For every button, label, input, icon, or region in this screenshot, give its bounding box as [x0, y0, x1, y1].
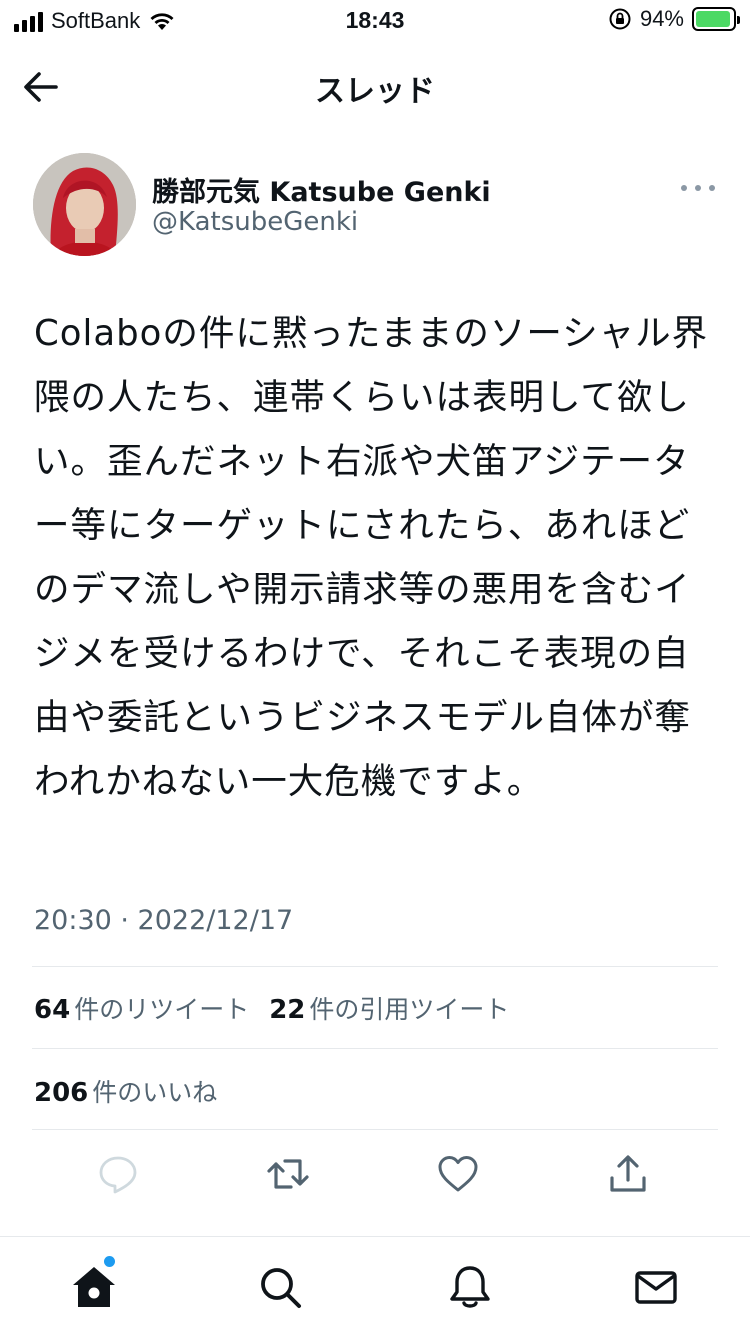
search-icon: [261, 1268, 301, 1308]
tweet-actions: [0, 1148, 750, 1200]
top-nav: スレッド: [0, 50, 750, 120]
like-icon: [438, 1156, 478, 1192]
quotes-label: 件の引用ツイート: [309, 995, 510, 1024]
notifications-icon: [450, 1266, 490, 1308]
divider: [32, 1129, 718, 1130]
home-icon: [73, 1267, 115, 1307]
tab-notifications[interactable]: [444, 1261, 496, 1313]
author-name[interactable]: 勝部元気 Katsube Genki: [152, 170, 491, 209]
quotes-count: 22: [269, 995, 306, 1025]
tab-search[interactable]: [254, 1261, 306, 1313]
bottom-tab-bar: [0, 1236, 750, 1334]
tweet-timestamp[interactable]: 20:30 · 2022/12/17: [34, 905, 293, 936]
retweet-button[interactable]: [262, 1148, 314, 1200]
status-bar: SoftBank 18:43 94%: [0, 0, 750, 40]
page-title: スレッド: [315, 74, 435, 109]
orientation-lock-icon: [609, 8, 631, 30]
likes-count: 206: [34, 1078, 89, 1108]
author-handle[interactable]: @KatsubeGenki: [152, 207, 358, 237]
divider: [32, 966, 718, 967]
reply-icon: [99, 1156, 137, 1194]
tweet-text: Colaboの件に黙ったままのソーシャル界隈の人たち、連帯くらいは表明して欲しい…: [34, 313, 709, 802]
battery-group: 94%: [608, 6, 740, 32]
avatar-image: [33, 153, 136, 256]
retweet-icon: [267, 1159, 309, 1189]
battery-icon: [692, 7, 740, 31]
notification-dot: [104, 1256, 115, 1267]
retweets-stat[interactable]: 64 件のリツイート: [34, 990, 249, 1026]
share-icon: [610, 1155, 646, 1192]
divider: [32, 1048, 718, 1049]
share-button[interactable]: [602, 1148, 654, 1200]
like-button[interactable]: [432, 1148, 484, 1200]
likes-stat[interactable]: 206 件のいいね: [34, 1073, 217, 1109]
messages-icon: [635, 1271, 677, 1304]
retweets-count: 64: [34, 995, 71, 1025]
quotes-stat[interactable]: 22 件の引用ツイート: [269, 990, 509, 1026]
likes-label: 件のいいね: [92, 1078, 218, 1107]
tab-messages[interactable]: [630, 1261, 682, 1313]
retweet-stats: 64 件のリツイート 22 件の引用ツイート: [34, 990, 509, 1026]
more-options-button[interactable]: [678, 180, 718, 194]
like-stats: 206 件のいいね: [34, 1073, 217, 1109]
battery-percent: 94%: [639, 6, 684, 31]
reply-button[interactable]: [92, 1148, 144, 1200]
retweets-label: 件のリツイート: [74, 995, 250, 1024]
avatar[interactable]: [33, 153, 136, 256]
tab-home[interactable]: [68, 1261, 120, 1313]
more-icon: [681, 185, 715, 191]
